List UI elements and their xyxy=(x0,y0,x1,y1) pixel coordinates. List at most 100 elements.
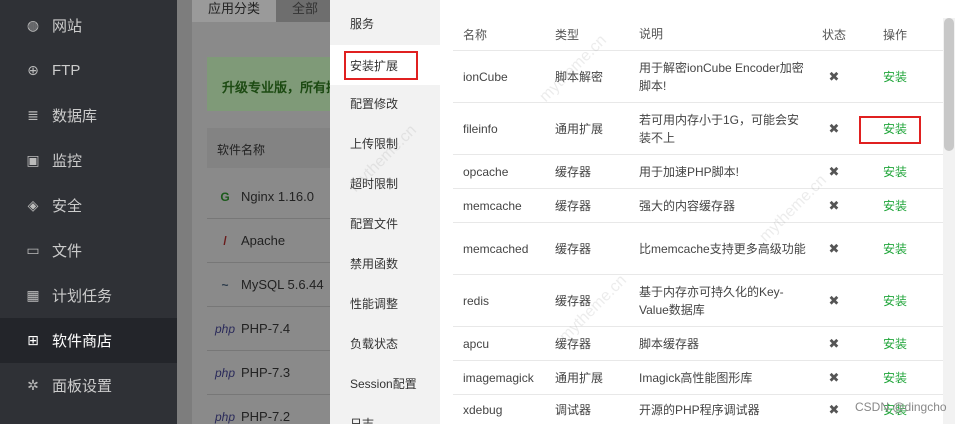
shield-icon: ◈ xyxy=(27,197,39,213)
nav-disabled-functions[interactable]: 禁用函数 xyxy=(330,243,440,283)
ext-type: 通用扩展 xyxy=(555,371,604,385)
install-button[interactable]: 安装 xyxy=(875,68,915,85)
category-tabs: 应用分类 全部 xyxy=(192,0,335,22)
ext-name: redis xyxy=(463,293,490,308)
software-name: PHP-7.4 xyxy=(241,321,291,336)
php-icon: php xyxy=(215,409,236,424)
apache-icon: / xyxy=(223,233,227,248)
sidebar-item-label: 网站 xyxy=(52,18,83,35)
ext-name: ionCube xyxy=(463,69,508,84)
ext-name: fileinfo xyxy=(463,121,498,136)
nav-config-file[interactable]: 配置文件 xyxy=(330,203,440,243)
sidebar-item-database[interactable]: ≣ 数据库 xyxy=(0,93,177,138)
install-button[interactable]: 安装 xyxy=(875,163,915,180)
sidebar: ◍ 网站 ⊕ FTP ≣ 数据库 ▣ 监控 ◈ 安全 ▭ 文件 ▦ 计划任务 ⊞ 软件商店 ✲ 面… xyxy=(0,0,177,424)
nav-load-status[interactable]: 负载状态 xyxy=(330,323,440,363)
ext-name: memcached xyxy=(463,241,529,256)
software-name: Nginx 1.16.0 xyxy=(241,189,314,204)
gear-icon: ✲ xyxy=(27,377,39,393)
col-name: 名称 xyxy=(463,27,488,42)
nav-performance[interactable]: 性能调整 xyxy=(330,283,440,323)
calendar-icon: ▦ xyxy=(26,287,40,303)
install-button[interactable]: 安装 xyxy=(875,335,915,352)
ext-type: 缓存器 xyxy=(555,199,592,213)
sidebar-item-label: 软件商店 xyxy=(52,333,113,350)
sidebar-item-label: 计划任务 xyxy=(52,288,113,305)
sidebar-item-software-store[interactable]: ⊞ 软件商店 xyxy=(0,318,177,363)
col-action: 操作 xyxy=(882,27,907,42)
tab-all[interactable]: 全部 xyxy=(276,0,335,22)
sidebar-item-monitor[interactable]: ▣ 监控 xyxy=(0,138,177,183)
grid-icon: ⊞ xyxy=(27,332,39,348)
ftp-icon: ⊕ xyxy=(27,62,39,78)
scrollbar[interactable] xyxy=(943,18,955,424)
status-x-icon: ✖ xyxy=(828,120,840,136)
ext-desc: Imagick高性能图形库 xyxy=(639,370,753,385)
ext-name: opcache xyxy=(463,164,509,179)
nginx-icon: G xyxy=(220,189,230,204)
credit-text: CSDN @dingcho xyxy=(855,400,947,414)
sidebar-item-label: FTP xyxy=(52,62,81,79)
scrollbar-thumb[interactable] xyxy=(944,18,954,151)
ext-desc: 脚本缓存器 xyxy=(639,336,700,351)
install-button[interactable]: 安装 xyxy=(875,292,915,309)
table-row: apcu 缓存器 脚本缓存器 ✖ 安装 xyxy=(453,327,953,361)
status-x-icon: ✖ xyxy=(828,335,840,351)
status-x-icon: ✖ xyxy=(828,401,840,417)
table-row: ionCube 脚本解密 用于解密ionCube Encoder加密脚本! ✖ … xyxy=(453,51,953,103)
status-x-icon: ✖ xyxy=(828,240,840,256)
nav-session-config[interactable]: Session配置 xyxy=(330,363,440,403)
folder-icon: ▭ xyxy=(26,242,40,258)
software-name: PHP-7.3 xyxy=(241,365,291,380)
install-button[interactable]: 安装 xyxy=(875,240,915,257)
software-name: Apache xyxy=(241,233,286,248)
status-x-icon: ✖ xyxy=(828,197,840,213)
ext-type: 缓存器 xyxy=(555,165,592,179)
mysql-icon: ~ xyxy=(221,277,229,292)
ext-name: imagemagick xyxy=(463,370,534,385)
col-desc: 说明 xyxy=(639,27,664,41)
table-row: memcached 缓存器 比memcache支持更多高级功能 ✖ 安装 xyxy=(453,223,953,275)
sidebar-item-panel-settings[interactable]: ✲ 面板设置 xyxy=(0,363,177,408)
sidebar-item-ftp[interactable]: ⊕ FTP xyxy=(0,48,177,93)
modal-nav: 服务 安装扩展 配置修改 上传限制 超时限制 配置文件 禁用函数 性能调整 负载… xyxy=(330,0,440,424)
ext-desc: 若可用内存小于1G，可能会安装不上 xyxy=(639,112,800,145)
tab-app-category[interactable]: 应用分类 xyxy=(192,0,277,22)
ext-name: memcache xyxy=(463,198,522,213)
sidebar-item-label: 数据库 xyxy=(52,108,98,125)
ext-desc: 用于加速PHP脚本! xyxy=(639,164,740,179)
php-icon: php xyxy=(215,321,236,336)
nav-service[interactable]: 服务 xyxy=(330,3,440,43)
status-x-icon: ✖ xyxy=(828,68,840,84)
nav-config-edit[interactable]: 配置修改 xyxy=(330,83,440,123)
sidebar-item-label: 面板设置 xyxy=(52,378,113,395)
nav-log[interactable]: 日志 xyxy=(330,403,440,424)
ext-desc: 比memcache支持更多高级功能 xyxy=(639,241,806,256)
ext-name: apcu xyxy=(463,336,490,351)
php-icon: php xyxy=(215,365,236,380)
install-button[interactable]: 安装 xyxy=(875,369,915,386)
status-x-icon: ✖ xyxy=(828,292,840,308)
table-row: redis 缓存器 基于内存亦可持久化的Key-Value数据库 ✖ 安装 xyxy=(453,275,953,327)
software-name: PHP-7.2 xyxy=(241,409,291,424)
sidebar-item-label: 文件 xyxy=(52,243,83,260)
col-status: 状态 xyxy=(821,27,846,42)
sidebar-item-label: 监控 xyxy=(52,153,83,170)
table-header: 名称 类型 说明 状态 操作 xyxy=(453,18,953,51)
table-row: opcache 缓存器 用于加速PHP脚本! ✖ 安装 xyxy=(453,155,953,189)
ext-type: 通用扩展 xyxy=(555,122,604,136)
ext-desc: 用于解密ionCube Encoder加密脚本! xyxy=(639,60,804,93)
ext-type: 调试器 xyxy=(555,403,592,417)
table-row: imagemagick 通用扩展 Imagick高性能图形库 ✖ 安装 xyxy=(453,361,953,395)
sidebar-item-security[interactable]: ◈ 安全 xyxy=(0,183,177,228)
sidebar-item-website[interactable]: ◍ 网站 xyxy=(0,3,177,48)
sidebar-item-files[interactable]: ▭ 文件 xyxy=(0,228,177,273)
install-button[interactable]: 安装 xyxy=(875,197,915,214)
ext-type: 缓存器 xyxy=(555,242,592,256)
sidebar-item-label: 安全 xyxy=(52,198,83,215)
ext-desc: 基于内存亦可持久化的Key-Value数据库 xyxy=(639,284,784,317)
database-icon: ≣ xyxy=(27,107,39,123)
table-row: memcache 缓存器 强大的内容缓存器 ✖ 安装 xyxy=(453,189,953,223)
sidebar-item-cron[interactable]: ▦ 计划任务 xyxy=(0,273,177,318)
ext-desc: 开源的PHP程序调试器 xyxy=(639,402,760,417)
